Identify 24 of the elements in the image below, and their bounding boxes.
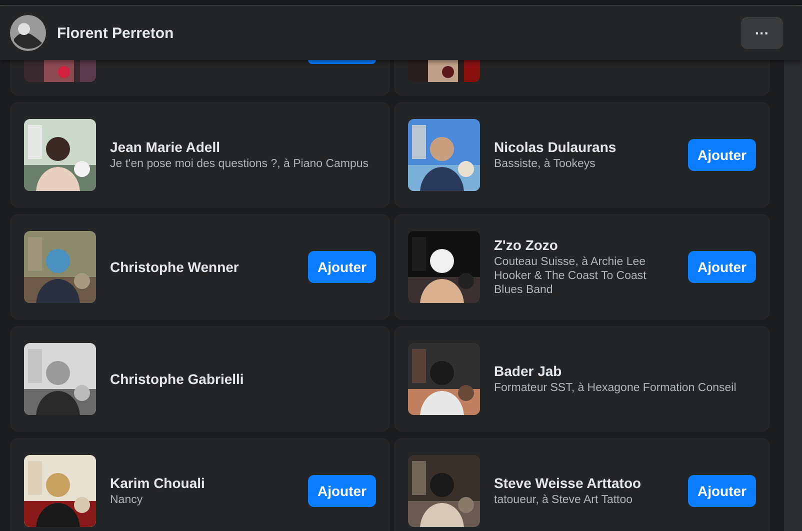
friend-description: Couteau Suisse, à Archie Lee Hooker & The Coast To Coast Blues Band: [494, 255, 648, 297]
friend-name[interactable]: Karim Chouali: [110, 475, 205, 491]
add-button[interactable]: Ajouter: [308, 475, 376, 507]
more-button[interactable]: ···: [741, 17, 783, 49]
add-button[interactable]: Ajouter: [688, 475, 756, 507]
friend-description: Nancy: [110, 493, 143, 507]
scrollbar-track[interactable]: [784, 60, 802, 531]
profile-name[interactable]: Florent Perreton: [57, 24, 741, 42]
add-button[interactable]: Ajouter: [308, 251, 376, 283]
friend-description: Je t'en pose moi des questions ?, à Piano Campus: [110, 157, 369, 171]
friend-name[interactable]: Jean Marie Adell: [110, 139, 220, 155]
add-button[interactable]: [308, 60, 376, 64]
add-button[interactable]: Ajouter: [688, 251, 756, 283]
avatar[interactable]: [10, 15, 46, 51]
friend-name[interactable]: Z'zo Zozo: [494, 237, 558, 253]
friend-name[interactable]: Nicolas Dulaurans: [494, 139, 616, 155]
friend-name[interactable]: Bader Jab: [494, 363, 562, 379]
friend-name[interactable]: Christophe Wenner: [110, 259, 239, 275]
friend-description: tatoueur, à Steve Art Tattoo: [494, 493, 633, 507]
add-button[interactable]: Ajouter: [688, 139, 756, 171]
friend-name[interactable]: Christophe Gabrielli: [110, 371, 244, 387]
friend-description: Formateur SST, à Hexagone Formation Conseil: [494, 381, 736, 395]
friend-description: Bassiste, à Tookeys: [494, 157, 596, 171]
friend-name[interactable]: Steve Weisse Arttatoo: [494, 475, 642, 491]
